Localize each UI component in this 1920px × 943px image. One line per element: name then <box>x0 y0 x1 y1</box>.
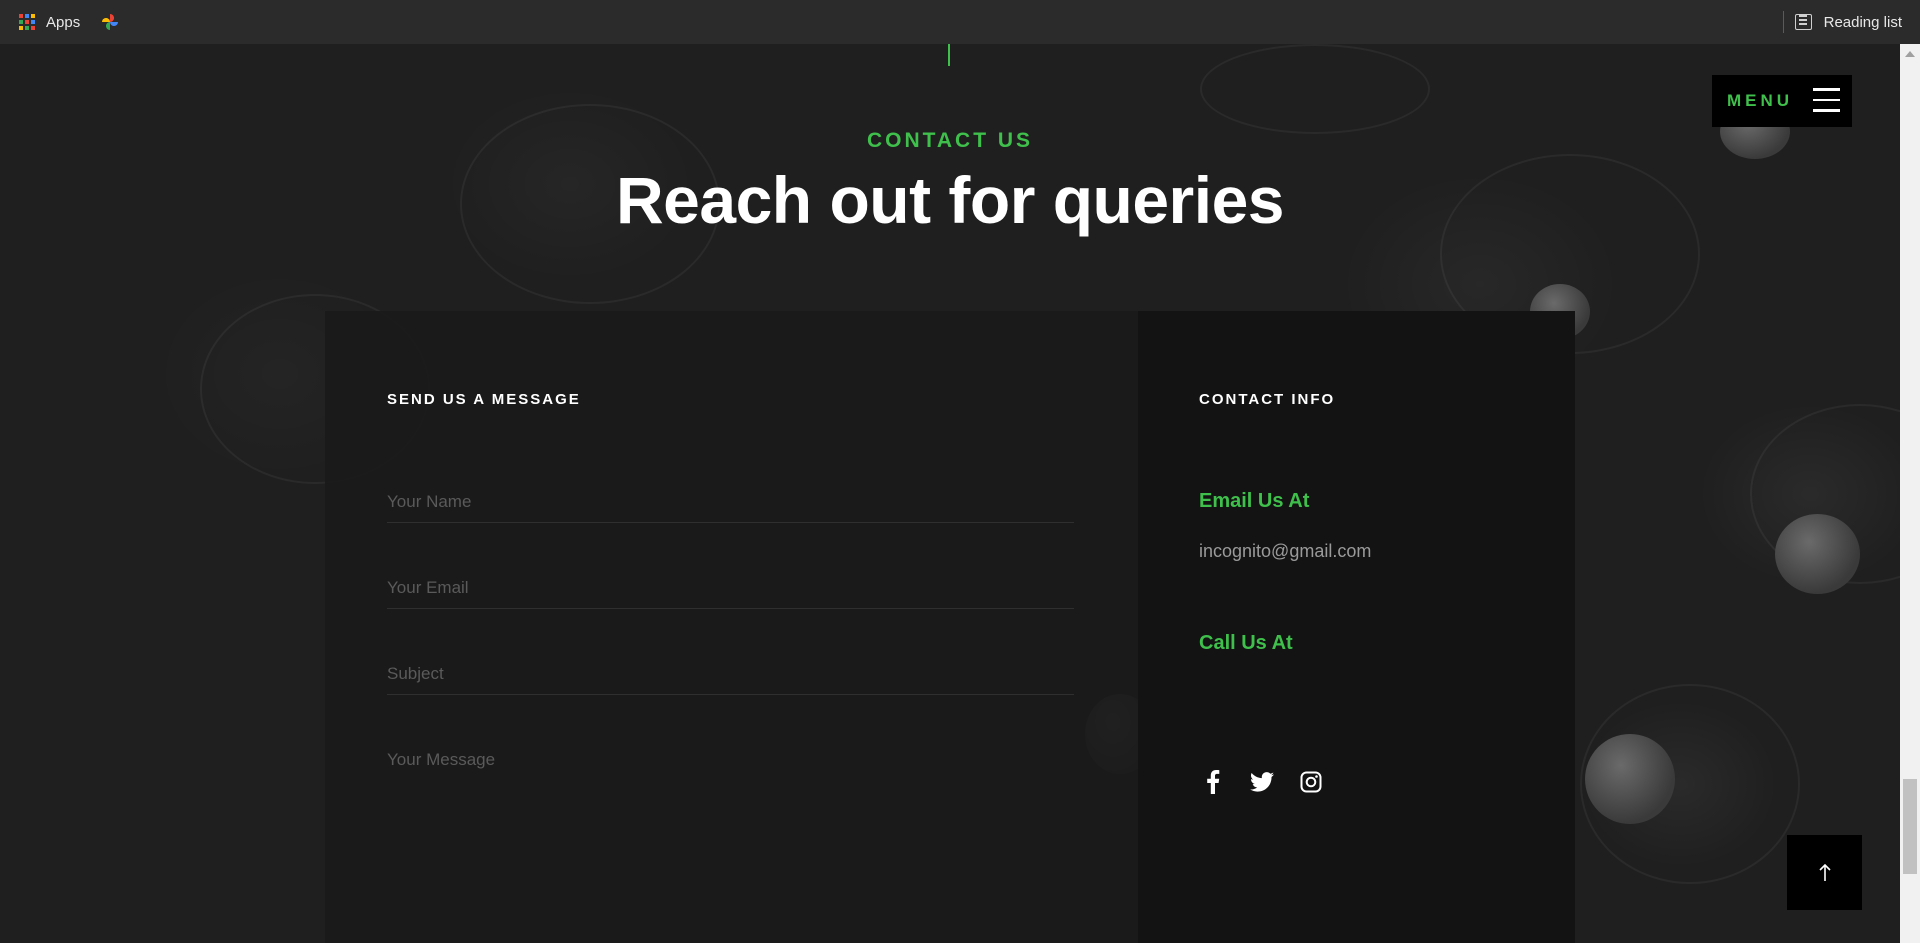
back-to-top-button[interactable] <box>1787 835 1862 910</box>
contact-info-card: CONTACT INFO Email Us At incognito@gmail… <box>1138 311 1575 943</box>
subject-input[interactable] <box>387 653 1074 694</box>
form-title: SEND US A MESSAGE <box>387 391 581 408</box>
email-address: incognito@gmail.com <box>1199 541 1372 561</box>
email-input[interactable] <box>387 567 1074 608</box>
menu-label: MENU <box>1727 91 1794 110</box>
social-links <box>1199 768 1324 795</box>
twitter-icon[interactable] <box>1248 768 1275 795</box>
photos-pinwheel-icon[interactable] <box>100 12 120 32</box>
message-field-wrapper <box>387 739 1074 859</box>
bookmarks-bar: Apps Reading list <box>0 0 1920 44</box>
arrow-up-icon <box>1818 863 1831 881</box>
scrollbar-thumb[interactable] <box>1903 779 1917 874</box>
bookmarks-divider <box>1783 11 1784 33</box>
section-eyebrow: CONTACT US <box>866 129 1034 152</box>
email-heading: Email Us At <box>1199 490 1310 512</box>
reading-list-button[interactable]: Reading list <box>1794 0 1902 44</box>
bg-decoration <box>1200 44 1430 134</box>
contact-section: CONTACT US Reach out for queries MENU SE… <box>0 44 1900 943</box>
message-form-card: SEND US A MESSAGE <box>325 311 1138 943</box>
page-scrollbar[interactable] <box>1900 44 1920 943</box>
reading-list-label: Reading list <box>1823 13 1902 31</box>
facebook-icon[interactable] <box>1199 768 1226 795</box>
call-heading: Call Us At <box>1199 632 1293 654</box>
name-input[interactable] <box>387 481 1074 522</box>
scroll-up-arrow-icon[interactable] <box>1905 51 1915 57</box>
name-field-wrapper <box>387 481 1074 523</box>
subject-field-wrapper <box>387 653 1074 695</box>
message-textarea[interactable] <box>387 739 1074 859</box>
bg-decoration <box>1775 514 1860 594</box>
hamburger-icon <box>1813 88 1840 114</box>
contact-info-title: CONTACT INFO <box>1199 391 1336 408</box>
email-field-wrapper <box>387 567 1074 609</box>
apps-label: Apps <box>46 13 81 31</box>
page-title: Reach out for queries <box>616 163 1284 237</box>
menu-button[interactable]: MENU <box>1712 75 1852 127</box>
reading-list-icon <box>1794 14 1812 30</box>
accent-divider-line <box>948 44 950 66</box>
instagram-icon[interactable] <box>1297 768 1324 795</box>
bg-decoration <box>1585 734 1675 824</box>
apps-bookmark[interactable]: Apps <box>19 14 80 31</box>
apps-grid-icon <box>19 14 35 30</box>
